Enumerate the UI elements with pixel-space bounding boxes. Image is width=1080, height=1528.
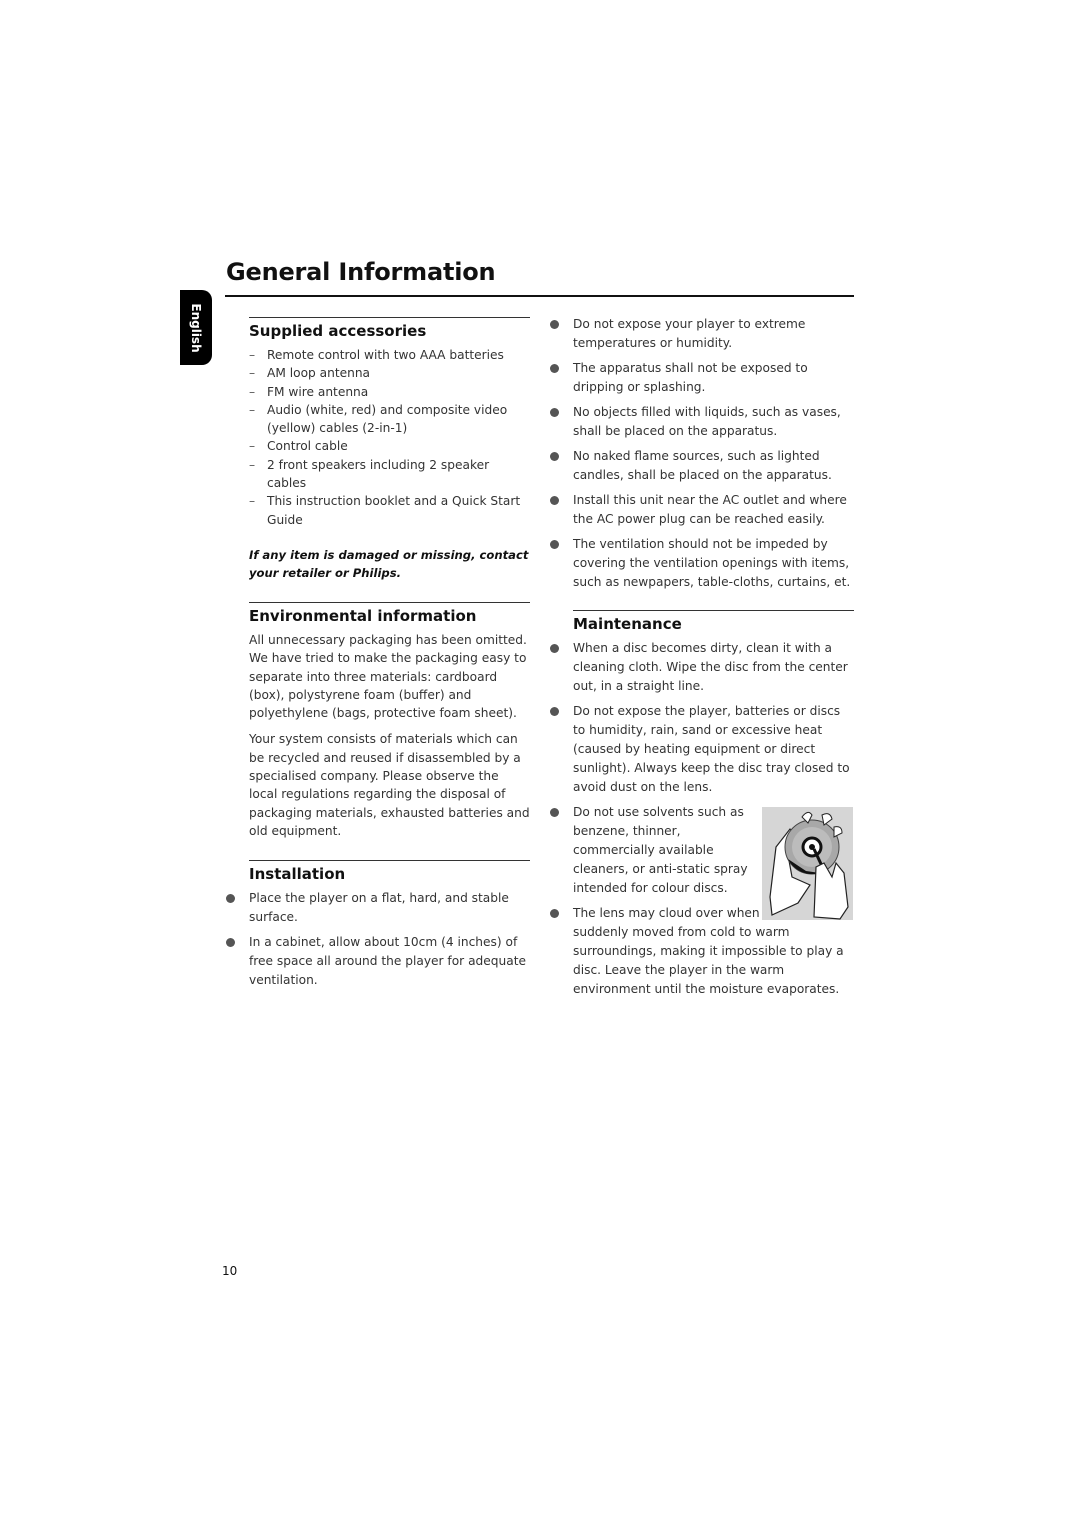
bullet-icon [226, 894, 235, 903]
list-item-text: Install this unit near the AC outlet and… [573, 493, 847, 526]
bullet-icon [550, 540, 559, 549]
list-item-text: The apparatus shall not be exposed to dr… [573, 361, 808, 394]
section-rule [573, 610, 854, 611]
environmental-heading: Environmental information [249, 607, 477, 625]
list-item: Audio (white, red) and composite video (… [249, 401, 530, 438]
maintenance-heading: Maintenance [573, 615, 682, 633]
list-item: Place the player on a flat, hard, and st… [226, 889, 530, 927]
accessories-list: Remote control with two AAA batteries AM… [249, 346, 530, 529]
bullet-icon [550, 707, 559, 716]
list-item: Remote control with two AAA batteries [249, 346, 530, 365]
title-rule [225, 295, 854, 297]
missing-item-note: If any item is damaged or missing, conta… [249, 547, 529, 580]
list-item: When a disc becomes dirty, clean it with… [550, 639, 854, 696]
list-item-text: When a disc becomes dirty, clean it with… [573, 641, 848, 693]
page-title: General Information [226, 258, 496, 286]
bullet-icon [550, 496, 559, 505]
language-tab-label: English [189, 302, 203, 353]
bullet-icon [550, 408, 559, 417]
bullet-icon [550, 909, 559, 918]
bullet-icon [550, 452, 559, 461]
list-item: In a cabinet, allow about 10cm (4 inches… [226, 933, 530, 990]
bullet-icon [550, 644, 559, 653]
bullet-icon [550, 320, 559, 329]
language-tab: English [180, 290, 212, 365]
list-item-text: Do not use solvents such as benzene, thi… [573, 805, 748, 895]
list-item: This instruction booklet and a Quick Sta… [249, 492, 530, 529]
installation-section: Installation Place the player on a flat,… [226, 860, 530, 996]
environmental-paragraph: All unnecessary packaging has been omitt… [249, 633, 527, 721]
list-item: No naked flame sources, such as lighted … [550, 447, 854, 485]
section-rule [249, 860, 530, 861]
disc-cleaning-illustration [762, 807, 853, 920]
list-item: The apparatus shall not be exposed to dr… [550, 359, 854, 397]
page-number: 10 [222, 1264, 238, 1278]
list-item: 2 front speakers including 2 speaker cab… [249, 456, 530, 493]
installation-heading: Installation [249, 865, 346, 883]
list-item: AM loop antenna [249, 364, 530, 383]
environmental-paragraph: Your system consists of materials which … [249, 732, 530, 838]
bullet-icon [226, 938, 235, 947]
list-item: Do not expose your player to extreme tem… [550, 315, 854, 353]
list-item: Do not expose the player, batteries or d… [550, 702, 854, 797]
list-item: Install this unit near the AC outlet and… [550, 491, 854, 529]
list-item: The ventilation should not be impeded by… [550, 535, 854, 592]
safety-list: Do not expose your player to extreme tem… [550, 315, 854, 592]
installation-list: Place the player on a flat, hard, and st… [226, 889, 530, 990]
disc-cleaning-icon [762, 807, 853, 920]
list-item: FM wire antenna [249, 383, 530, 402]
list-item: Control cable [249, 437, 530, 456]
bullet-icon [550, 364, 559, 373]
list-item-text: Do not expose your player to extreme tem… [573, 317, 806, 350]
list-item-text: Do not expose the player, batteries or d… [573, 704, 850, 794]
list-item-text: In a cabinet, allow about 10cm (4 inches… [249, 935, 526, 987]
supplied-accessories-section: Supplied accessories Remote control with… [249, 317, 530, 582]
section-rule [249, 602, 530, 603]
list-item: No objects filled with liquids, such as … [550, 403, 854, 441]
list-item-text: No objects filled with liquids, such as … [573, 405, 841, 438]
list-item-text: Place the player on a flat, hard, and st… [249, 891, 509, 924]
bullet-icon [550, 808, 559, 817]
section-rule [249, 317, 530, 318]
list-item-text: The ventilation should not be impeded by… [573, 537, 851, 589]
supplied-accessories-heading: Supplied accessories [249, 322, 427, 340]
safety-section: Do not expose your player to extreme tem… [550, 315, 854, 598]
environmental-section: Environmental information All unnecessar… [249, 602, 530, 848]
list-item-text: No naked flame sources, such as lighted … [573, 449, 832, 482]
